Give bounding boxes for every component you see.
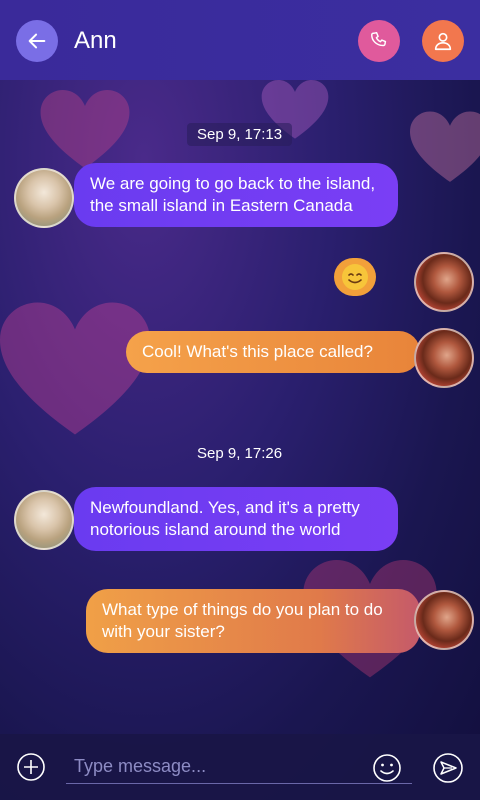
phone-icon	[371, 32, 387, 47]
message-text: the small island in Eastern Canada	[90, 196, 353, 215]
call-button[interactable]	[358, 20, 400, 62]
heart-background-decoration	[0, 302, 150, 435]
message-text: Cool! What's this place called?	[142, 342, 373, 361]
message-bubble-outgoing[interactable]: Cool! What's this place called?	[126, 331, 420, 373]
avatar-contact	[14, 168, 74, 228]
heart-background-decoration	[410, 111, 480, 182]
contact-name: Ann	[74, 27, 117, 54]
message-text: Newfoundland. Yes, and it's a pretty	[90, 498, 360, 517]
avatar-self	[414, 328, 474, 388]
message-bubble-outgoing-emoji[interactable]	[334, 258, 376, 296]
message-input[interactable]: Type message...	[66, 748, 412, 784]
smiling-face-icon	[342, 264, 368, 290]
heart-background-decoration	[40, 90, 130, 169]
emoji-button[interactable]	[372, 753, 402, 783]
message-bubble-incoming[interactable]: We are going to go back to the island, t…	[74, 163, 398, 227]
avatar-self	[414, 252, 474, 312]
message-text: We are going to go back to the island,	[90, 174, 376, 193]
avatar-contact	[14, 490, 74, 550]
message-input-bar: Type message...	[0, 734, 480, 800]
profile-button[interactable]	[422, 20, 464, 62]
message-text: What type of things do you plan to do	[102, 600, 383, 619]
message-text: notorious island around the world	[90, 520, 341, 539]
message-bubble-incoming[interactable]: Newfoundland. Yes, and it's a pretty not…	[74, 487, 398, 551]
avatar-self	[414, 590, 474, 650]
message-bubble-outgoing[interactable]: What type of things do you plan to do wi…	[86, 589, 420, 653]
back-button[interactable]	[16, 20, 58, 62]
add-attachment-button[interactable]	[16, 752, 46, 782]
arrow-left-icon	[28, 33, 46, 49]
send-button[interactable]	[432, 752, 464, 784]
message-text: with your sister?	[102, 622, 225, 641]
timestamp: Sep 9, 17:13	[187, 123, 293, 146]
chat-header: Ann	[0, 0, 480, 80]
timestamp: Sep 9, 17:26	[197, 445, 283, 462]
person-icon	[434, 32, 452, 51]
